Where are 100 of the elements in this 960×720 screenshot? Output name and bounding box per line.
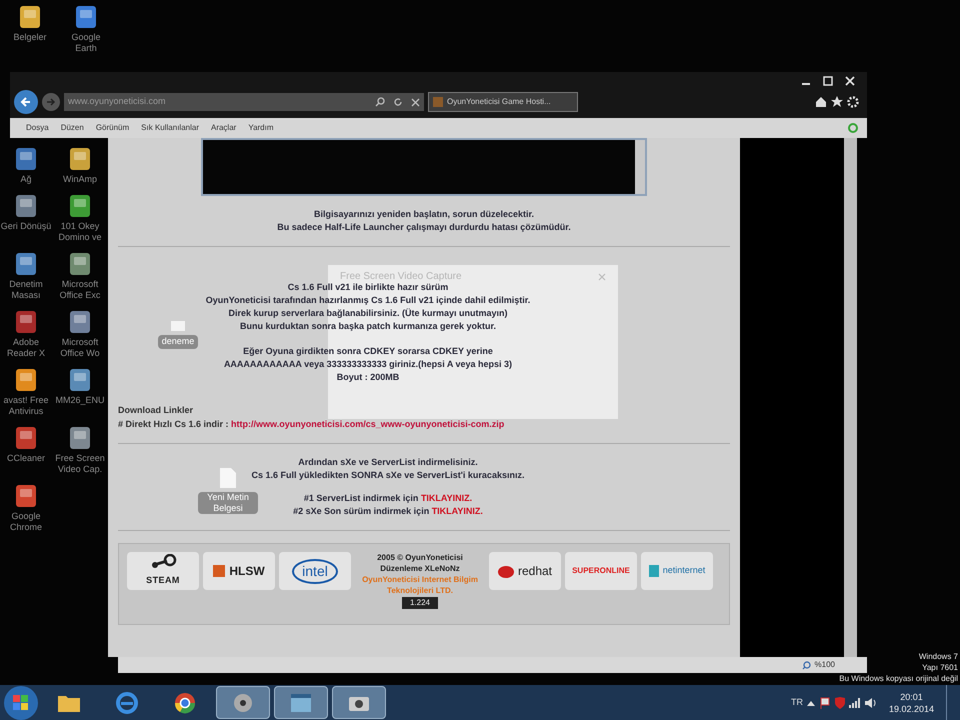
- info-text: #2 sXe Son sürüm indirmek için TIKLAYINIZ.: [293, 505, 483, 518]
- app-icon: [13, 425, 39, 451]
- back-button[interactable]: [14, 90, 38, 114]
- notice-text: Bu sadece Half-Life Launcher çalışmayı durdurdu hatası çözümüdür.: [277, 221, 571, 234]
- hlsw-logo: HLSW: [203, 552, 275, 590]
- settings-icon[interactable]: [847, 96, 859, 108]
- credit-text: Düzenleme XLeNoNz: [380, 563, 460, 574]
- desktop-icon-label[interactable]: MM26_ENU: [55, 395, 104, 406]
- arrow-right-icon: [46, 97, 56, 107]
- desktop-icon-label[interactable]: Google Earth: [60, 32, 112, 54]
- menu-item[interactable]: Araçlar: [210, 122, 236, 134]
- clock[interactable]: 20:01 19.02.2014: [880, 690, 942, 714]
- app-icon: [13, 367, 39, 393]
- info-text: Bunu kurduktan sonra başka patch kurmanıza gerek yoktur.: [240, 320, 496, 333]
- loading-icon: [847, 122, 859, 134]
- menu-item[interactable]: Yardım: [248, 122, 274, 134]
- company-text: Teknolojileri LTD.: [387, 585, 453, 596]
- flag-icon[interactable]: [818, 696, 831, 708]
- app-icon: [13, 193, 39, 219]
- signal-icon[interactable]: [848, 698, 861, 708]
- speaker-icon[interactable]: [864, 696, 877, 708]
- date-text: 19.02.2014: [888, 702, 934, 714]
- chrome-icon: [173, 690, 197, 714]
- window-icon: [171, 321, 185, 331]
- desktop-icon-label[interactable]: Adobe Reader X: [0, 337, 52, 359]
- tab-title: OyunYoneticisi Game Hosti...: [447, 96, 551, 108]
- desktop-icon-label[interactable]: Microsoft Office Exc: [54, 279, 106, 301]
- windows-notice: Windows 7: [918, 651, 958, 662]
- start-button[interactable]: [4, 686, 38, 720]
- site-favicon-icon: [433, 97, 443, 107]
- time-text: 20:01: [900, 690, 923, 702]
- menu-item[interactable]: Dosya: [26, 122, 49, 134]
- desktop-icon-label[interactable]: Google Chrome: [0, 511, 52, 533]
- desktop-icon-label[interactable]: Ağ: [20, 174, 32, 185]
- cdkey-text: Boyut : 200MB: [336, 371, 400, 384]
- app-icon: [13, 483, 39, 509]
- info-text: Direk kurup serverlara bağlanabilirsiniz. (Üte kurmayı unutmayın): [228, 307, 508, 320]
- app-icon: [13, 251, 39, 277]
- windows-notice: Yapı 7601: [922, 662, 958, 673]
- caret-up-icon[interactable]: [806, 700, 815, 706]
- netinternet-logo: netinternet: [641, 552, 713, 590]
- app-icon: [67, 146, 93, 172]
- desktop-icon-label[interactable]: Belgeler: [13, 32, 47, 43]
- notice-text: Bilgisayarınızı yeniden başlatın, sorun düzelecektir.: [314, 208, 534, 221]
- download-text: # Direkt Hızlı Cs 1.6 indir : http://www.oyunyoneticisi.com/cs_www-oyunyoneticisi-com.zip: [118, 418, 506, 431]
- info-text: Cs 1.6 Full yükledikten SONRA sXe ve ServerList'i kuracaksınız.: [252, 469, 524, 482]
- desktop-icon-label[interactable]: 101 Okey Domino ve: [54, 221, 106, 243]
- app-icon: [67, 251, 93, 277]
- taskbar-button[interactable]: [332, 686, 386, 719]
- visitor-counter: 1.224: [402, 597, 438, 609]
- company-text: OyunYoneticisi Internet Bilgim: [362, 574, 478, 585]
- app-icon: [67, 193, 93, 219]
- info-text: Cs 1.6 Full v21 ile birlikte hazır sürüm: [288, 282, 448, 294]
- app-icon: [73, 4, 99, 30]
- address-text: www.oyunyoneticisi.com: [68, 95, 167, 108]
- desktop-icon-label[interactable]: Free Screen Video Cap.: [54, 453, 106, 475]
- desktop-icon-label[interactable]: deneme: [158, 335, 198, 348]
- app-icon: [67, 425, 93, 451]
- close-icon[interactable]: [845, 76, 855, 86]
- refresh-icon[interactable]: [393, 97, 403, 107]
- app-icon: [13, 146, 39, 172]
- desktop-icon-label[interactable]: Geri Dönüşü: [0, 221, 52, 232]
- menu-item[interactable]: Görünüm: [96, 122, 130, 134]
- info-text: OyunYoneticisi tarafından hazırlanmış Cs 1.6 Full v21 içinde dahil edilmiştir.: [206, 294, 530, 307]
- cdkey-text: AAAAAAAAAAAA veya 333333333333 giriniz.(hepsi A veya hepsi 3): [224, 358, 512, 371]
- desktop-icon-label[interactable]: Microsoft Office Wo: [54, 337, 106, 359]
- desktop-icon-label[interactable]: WinAmp: [62, 174, 97, 185]
- desktop-icon-label[interactable]: Yeni Metin Belgesi: [198, 492, 258, 514]
- superonline-logo: SUPERONLINE: [565, 552, 637, 590]
- star-icon[interactable]: [831, 96, 843, 108]
- desktop-icon-label[interactable]: avast! Free Antivirus: [0, 395, 52, 417]
- menu-item[interactable]: Sık Kullanılanlar: [141, 122, 199, 134]
- redhat-logo: redhat: [489, 552, 561, 590]
- forward-button[interactable]: [42, 93, 60, 111]
- scrollbar[interactable]: [844, 138, 857, 657]
- app-icon: [13, 309, 39, 335]
- click-link[interactable]: TIKLAYINIZ.: [432, 506, 483, 516]
- menu-item[interactable]: Düzen: [60, 122, 84, 134]
- windows-logo-icon: [13, 694, 29, 710]
- document-icon: [220, 468, 236, 488]
- language-indicator[interactable]: TR: [790, 696, 803, 710]
- browser-tab[interactable]: OyunYoneticisi Game Hosti...: [428, 92, 578, 112]
- maximize-icon[interactable]: [823, 76, 833, 86]
- credit-text: 2005 © OyunYoneticisi: [377, 552, 463, 563]
- home-icon[interactable]: [815, 96, 827, 108]
- arrow-left-icon: [20, 96, 32, 108]
- zoom-level[interactable]: %100: [814, 659, 835, 671]
- address-bar[interactable]: www.oyunyoneticisi.com: [64, 93, 424, 111]
- search-icon[interactable]: [375, 97, 385, 107]
- download-link[interactable]: http://www.oyunyoneticisi.com/cs_www-oyunyoneticisi-com.zip: [231, 418, 504, 428]
- app-icon: [17, 4, 43, 30]
- window-icon: [289, 692, 313, 714]
- intel-logo: intel: [279, 552, 351, 590]
- windows-notice: Bu Windows kopyası orijinal değil: [839, 673, 958, 684]
- desktop-icon-label[interactable]: Denetim Masası: [0, 279, 52, 301]
- zoom-icon[interactable]: [802, 660, 811, 670]
- info-text: Ardından sXe ve ServerList indirmelisiniz.: [298, 456, 478, 469]
- info-text: #1 ServerList indirmek için TIKLAYINIZ.: [304, 492, 472, 505]
- click-link[interactable]: TIKLAYINIZ.: [420, 493, 472, 503]
- desktop-icon-label[interactable]: CCleaner: [6, 453, 46, 464]
